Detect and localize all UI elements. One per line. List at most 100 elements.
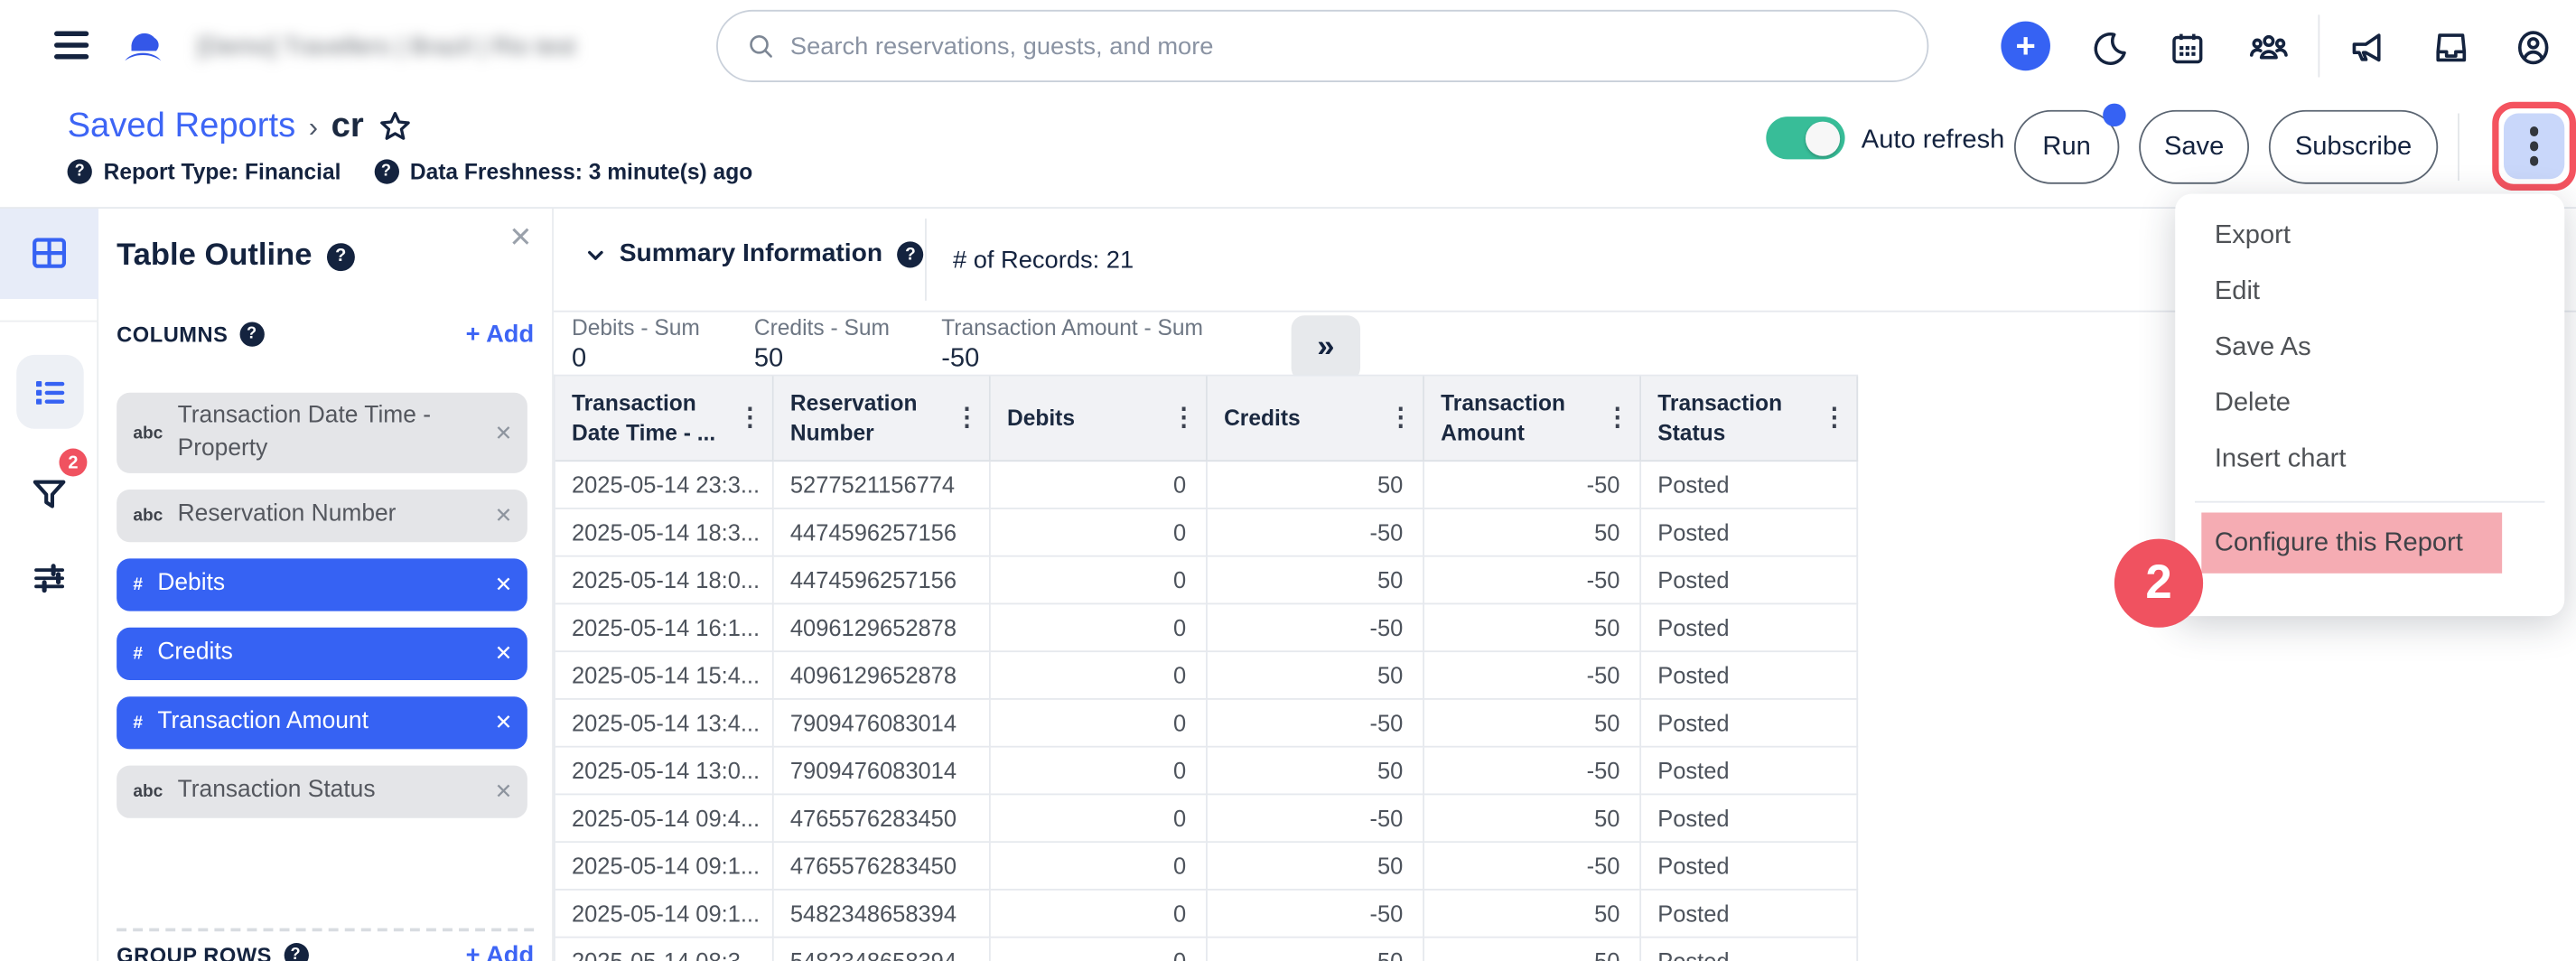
save-button[interactable]: Save: [2139, 110, 2249, 184]
announcements-megaphone-icon[interactable]: [2343, 26, 2393, 69]
dark-mode-moon-icon[interactable]: [2085, 26, 2134, 69]
column-chip[interactable]: abc Reservation Number ✕: [117, 490, 527, 542]
metric-label: Debits - Sum: [572, 315, 700, 340]
remove-column-icon[interactable]: ✕: [495, 710, 513, 736]
group-rows-heading: GROUP ROWS: [117, 943, 272, 961]
breadcrumb: Saved Reports › cr: [68, 105, 415, 145]
column-menu-kebab-icon[interactable]: [955, 402, 979, 434]
column-header[interactable]: Credits: [1208, 377, 1424, 462]
cell-credits: -50: [1208, 700, 1424, 748]
table-row[interactable]: 2025-05-14 09:1... 4765576283450 0 50 -5…: [555, 843, 1858, 891]
table-row[interactable]: 2025-05-14 13:0... 7909476083014 0 50 -5…: [555, 748, 1858, 796]
subscribe-button[interactable]: Subscribe: [2269, 110, 2438, 184]
report-table: Transaction Date Time - ... Reservation …: [554, 375, 1858, 961]
add-column-button[interactable]: + Add: [466, 321, 535, 349]
metric-value: -50: [941, 345, 1203, 375]
column-header[interactable]: Transaction Date Time - ...: [555, 377, 774, 462]
column-menu-kebab-icon[interactable]: [738, 402, 762, 434]
table-row[interactable]: 2025-05-14 09:1... 5482348658394 0 -50 5…: [555, 891, 1858, 938]
column-header[interactable]: Debits: [991, 377, 1208, 462]
cell-transaction-date: 2025-05-14 23:3...: [555, 462, 774, 509]
more-actions-kebab-button[interactable]: [2504, 114, 2564, 180]
app-logo-icon[interactable]: [118, 22, 168, 71]
expand-summary-button[interactable]: »: [1292, 315, 1360, 381]
remove-column-icon[interactable]: ✕: [495, 779, 513, 805]
column-chip[interactable]: # Credits ✕: [117, 628, 527, 680]
help-icon[interactable]: [327, 242, 355, 270]
help-icon[interactable]: [284, 943, 308, 961]
remove-column-icon[interactable]: ✕: [495, 420, 513, 446]
help-icon[interactable]: [374, 159, 398, 183]
cell-transaction-amount: -50: [1424, 748, 1641, 796]
column-chip[interactable]: abc Transaction Date Time - Property ✕: [117, 393, 527, 473]
column-header[interactable]: Transaction Status: [1641, 377, 1858, 462]
table-row[interactable]: 2025-05-14 09:4... 4765576283450 0 -50 5…: [555, 795, 1858, 843]
remove-column-icon[interactable]: ✕: [495, 641, 513, 667]
collapse-chevron-icon[interactable]: [586, 246, 604, 264]
menu-item[interactable]: Delete: [2175, 377, 2564, 433]
column-chip-label: Reservation Number: [178, 500, 397, 533]
column-chip-label: Transaction Date Time - Property: [178, 401, 481, 465]
field-type-icon: abc: [133, 782, 163, 802]
run-button[interactable]: Run: [2014, 110, 2119, 184]
account-icon[interactable]: [2508, 26, 2558, 69]
breadcrumb-saved-reports-link[interactable]: Saved Reports: [68, 106, 296, 145]
favorite-star-icon[interactable]: [377, 108, 415, 146]
table-outline-panel: Table Outline ✕ COLUMNS + Add abc Transa…: [98, 209, 554, 961]
cell-transaction-status: Posted: [1641, 509, 1858, 557]
table-row[interactable]: 2025-05-14 15:4... 4096129652878 0 50 -5…: [555, 652, 1858, 700]
menu-item[interactable]: Export: [2175, 209, 2564, 265]
cell-transaction-date: 2025-05-14 08:3...: [555, 938, 774, 961]
table-row[interactable]: 2025-05-14 23:3... 5277521156774 0 50 -5…: [555, 462, 1858, 509]
cell-reservation-number: 4765576283450: [774, 843, 991, 891]
metric-value: 50: [754, 345, 890, 375]
view-rail: 2: [0, 209, 98, 961]
column-header[interactable]: Transaction Amount: [1424, 377, 1641, 462]
help-icon[interactable]: [897, 241, 923, 267]
quick-add-button[interactable]: +: [2001, 22, 2050, 71]
group-reservations-icon[interactable]: [2245, 26, 2294, 69]
hamburger-menu-icon[interactable]: [54, 32, 89, 60]
rail-settings-button[interactable]: [0, 542, 98, 614]
cell-transaction-date: 2025-05-14 15:4...: [555, 652, 774, 700]
calendar-icon[interactable]: [2162, 26, 2212, 69]
rail-table-view-button[interactable]: [0, 217, 98, 289]
column-menu-kebab-icon[interactable]: [1605, 402, 1629, 434]
auto-refresh-toggle[interactable]: [1766, 117, 1844, 159]
table-row[interactable]: 2025-05-14 18:0... 4474596257156 0 50 -5…: [555, 557, 1858, 605]
rail-table-outline-button[interactable]: [0, 357, 98, 429]
cell-transaction-date: 2025-05-14 09:1...: [555, 891, 774, 938]
property-name-redacted[interactable]: [Demo] Travellers | Brazil | Rio test: [197, 33, 575, 61]
breadcrumb-chevron-icon: ›: [309, 107, 318, 144]
cell-credits: 50: [1208, 462, 1424, 509]
close-icon[interactable]: ✕: [509, 222, 532, 255]
help-icon[interactable]: [239, 322, 264, 347]
tutorial-step-badge: 2: [2114, 539, 2203, 628]
column-menu-kebab-icon[interactable]: [1388, 402, 1413, 434]
summary-title[interactable]: Summary Information: [620, 240, 882, 270]
table-row[interactable]: 2025-05-14 08:3... 5482348658394 0 50 -5…: [555, 938, 1858, 961]
column-chip[interactable]: # Debits ✕: [117, 559, 527, 611]
column-chip[interactable]: # Transaction Amount ✕: [117, 696, 527, 749]
cell-credits: -50: [1208, 891, 1424, 938]
column-menu-kebab-icon[interactable]: [1171, 402, 1196, 434]
table-row[interactable]: 2025-05-14 18:3... 4474596257156 0 -50 5…: [555, 509, 1858, 557]
menu-item-configure-report[interactable]: Configure this Report: [2201, 512, 2502, 573]
global-search-input[interactable]: Search reservations, guests, and more: [716, 10, 1928, 82]
table-row[interactable]: 2025-05-14 13:4... 7909476083014 0 -50 5…: [555, 700, 1858, 748]
column-header[interactable]: Reservation Number: [774, 377, 991, 462]
menu-item[interactable]: Edit: [2175, 265, 2564, 321]
table-row[interactable]: 2025-05-14 16:1... 4096129652878 0 -50 5…: [555, 604, 1858, 652]
column-chip[interactable]: abc Transaction Status ✕: [117, 766, 527, 818]
help-icon[interactable]: [68, 159, 92, 183]
remove-column-icon[interactable]: ✕: [495, 503, 513, 529]
cell-credits: 50: [1208, 652, 1424, 700]
column-menu-kebab-icon[interactable]: [1822, 402, 1846, 434]
inbox-icon[interactable]: [2426, 26, 2476, 69]
add-group-row-button[interactable]: + Add: [466, 941, 535, 961]
cell-reservation-number: 4474596257156: [774, 509, 991, 557]
menu-item[interactable]: Save As: [2175, 321, 2564, 377]
menu-item[interactable]: Insert chart: [2175, 432, 2564, 488]
field-type-icon: abc: [133, 423, 163, 443]
remove-column-icon[interactable]: ✕: [495, 572, 513, 598]
